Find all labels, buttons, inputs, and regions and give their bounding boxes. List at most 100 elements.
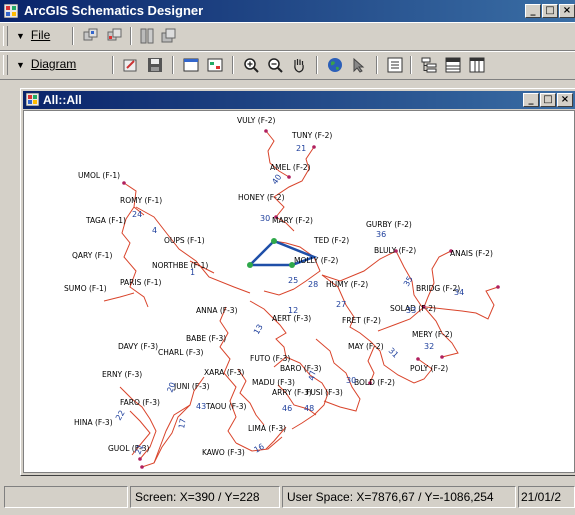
- node-label: NORTHBE (F-1): [152, 261, 208, 270]
- node-label: ANAIS (F-2): [450, 249, 493, 258]
- node-label: ERNY (F-3): [102, 370, 142, 379]
- save-diagram-icon[interactable]: [146, 56, 164, 74]
- node-label: BLULY (F-2): [374, 246, 416, 255]
- node-label: TAGA (F-1): [85, 216, 126, 225]
- dropdown-arrow-icon: ▼: [16, 60, 25, 70]
- properties-icon[interactable]: [138, 27, 156, 45]
- diagram-toolbar: ▼ Diagram: [0, 51, 575, 80]
- diagram-window: All::All _ □ × VULY (F-2) TUNY (F-2) AME…: [20, 88, 575, 476]
- node-label: FRET (F-2): [342, 316, 381, 325]
- save-icon[interactable]: [160, 27, 178, 45]
- node-label: AERT (F-3): [272, 314, 311, 323]
- node-label: QARY (F-1): [72, 251, 112, 260]
- link-number: 32: [424, 342, 434, 351]
- close-button[interactable]: ×: [559, 4, 575, 18]
- diagram-canvas[interactable]: VULY (F-2) TUNY (F-2) AMEL (F-2) UMOL (F…: [23, 110, 575, 473]
- network-link[interactable]: [141, 404, 191, 468]
- node-label: POLY (F-2): [410, 364, 448, 373]
- edit-icon[interactable]: [122, 56, 140, 74]
- network-link[interactable]: [263, 288, 295, 296]
- node-label: BABE (F-3): [186, 334, 226, 343]
- link-number: 36: [376, 230, 386, 239]
- network-node[interactable]: [416, 357, 420, 361]
- link-number: 12: [288, 306, 298, 315]
- node-label: AMEL (F-2): [270, 163, 311, 172]
- toolbar-grip[interactable]: [3, 26, 8, 46]
- dropdown-arrow-icon: ▼: [16, 31, 25, 41]
- status-bar: Screen: X=390 / Y=228 User Space: X=7876…: [0, 483, 575, 515]
- new-diagram-icon[interactable]: [82, 27, 100, 45]
- selected-node[interactable]: [271, 238, 277, 244]
- network-node[interactable]: [138, 457, 142, 461]
- zoom-out-icon[interactable]: [266, 56, 284, 74]
- app-titlebar[interactable]: ArcGIS Schematics Designer _ □ ×: [0, 0, 575, 22]
- network-node[interactable]: [496, 285, 500, 289]
- selected-node[interactable]: [247, 262, 253, 268]
- link-number: 22: [114, 409, 127, 422]
- link-number: 47: [307, 370, 318, 382]
- node-label: ROMY (F-1): [120, 196, 162, 205]
- open-diagram-icon[interactable]: [106, 27, 124, 45]
- node-label: GURBY (F-2): [366, 220, 412, 229]
- network-link[interactable]: [423, 250, 452, 308]
- network-link[interactable]: [291, 414, 315, 430]
- link-number: 43: [196, 402, 206, 411]
- globe-icon[interactable]: [326, 56, 344, 74]
- node-label: MAY (F-2): [348, 342, 384, 351]
- link-number: 24: [132, 210, 142, 219]
- link-number: 13: [252, 323, 265, 336]
- node-label: XARA (F-3): [204, 368, 244, 377]
- network-node[interactable]: [264, 129, 268, 133]
- select-icon[interactable]: [350, 56, 368, 74]
- network-node[interactable]: [440, 355, 444, 359]
- list-icon[interactable]: [386, 56, 404, 74]
- link-number: 17: [177, 418, 188, 430]
- network-node[interactable]: [122, 181, 126, 185]
- network-node[interactable]: [140, 465, 144, 469]
- child-maximize-button[interactable]: □: [540, 93, 556, 107]
- child-close-button[interactable]: ×: [557, 93, 573, 107]
- child-minimize-button[interactable]: _: [523, 93, 539, 107]
- node-label: VULY (F-2): [237, 116, 275, 125]
- node-label: MOLLY (F-2): [294, 256, 338, 265]
- columns-icon[interactable]: [468, 56, 486, 74]
- attributes-icon[interactable]: [206, 56, 224, 74]
- link-number: 27: [336, 300, 346, 309]
- link-number: 21: [296, 144, 306, 153]
- diagram-window-titlebar[interactable]: All::All _ □ ×: [23, 91, 575, 109]
- tree-icon[interactable]: [420, 56, 438, 74]
- file-menu[interactable]: ▼ File: [16, 28, 50, 42]
- schematic-diagram[interactable]: VULY (F-2) TUNY (F-2) AMEL (F-2) UMOL (F…: [24, 111, 575, 473]
- maximize-button[interactable]: □: [542, 4, 558, 18]
- layout-icon[interactable]: [182, 56, 200, 74]
- network-node[interactable]: [312, 145, 316, 149]
- diagram-menu[interactable]: ▼ Diagram: [16, 57, 76, 71]
- node-label: MARY (F-2): [272, 216, 313, 225]
- network-node[interactable]: [287, 175, 291, 179]
- link-number: 4: [152, 226, 157, 235]
- node-label: BOLD (F-2): [354, 378, 395, 387]
- table-icon[interactable]: [444, 56, 462, 74]
- node-label: UMOL (F-1): [78, 171, 120, 180]
- node-label: MADU (F-3): [252, 378, 295, 387]
- file-menu-label: File: [30, 28, 51, 42]
- node-label: LIMA (F-3): [248, 424, 286, 433]
- node-label: HINA (F-3): [74, 418, 113, 427]
- minimize-button[interactable]: _: [525, 4, 541, 18]
- node-label: JUNI (F-3): [173, 382, 210, 391]
- link-number: 46: [282, 404, 292, 413]
- link-number: 28: [308, 280, 318, 289]
- status-user-space-coords: User Space: X=7876,67 / Y=-1086,254: [282, 486, 516, 508]
- node-label: TAOU (F-3): [205, 402, 246, 411]
- node-label: MERY (F-2): [412, 330, 453, 339]
- toolbar-grip[interactable]: [3, 55, 8, 75]
- zoom-in-icon[interactable]: [242, 56, 260, 74]
- link-number: 1: [190, 268, 195, 277]
- diagram-window-title: All::All: [43, 93, 82, 107]
- node-label: HUMY (F-2): [326, 280, 368, 289]
- status-panel-empty: [4, 486, 128, 508]
- toolbar-separator: [232, 56, 234, 74]
- network-link[interactable]: [103, 292, 135, 302]
- toolbar-separator: [316, 56, 318, 74]
- pan-icon[interactable]: [290, 56, 308, 74]
